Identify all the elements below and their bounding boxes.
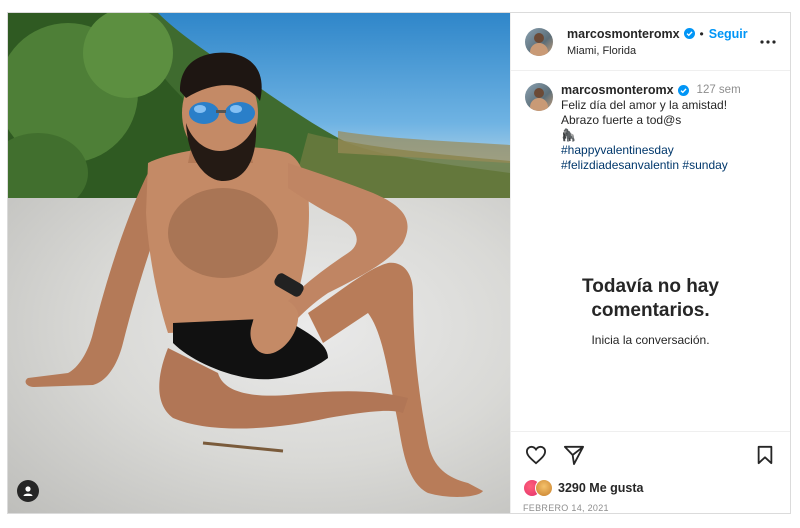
separator-dot: •	[699, 26, 704, 41]
post-actions: 3290 Me gusta FEBRERO 14, 2021	[511, 431, 790, 513]
caption-username[interactable]: marcosmonteromx	[561, 83, 674, 98]
post-modal: marcosmonteromx • Seguir Miami, Florida …	[7, 12, 791, 514]
empty-comments: Todavía no hay comentarios. Inicia la co…	[511, 275, 790, 347]
person-figure	[25, 52, 483, 497]
caption-avatar[interactable]	[525, 83, 553, 111]
liker-avatar	[535, 479, 553, 497]
post-photo[interactable]	[8, 13, 510, 513]
author-username[interactable]: marcosmonteromx	[567, 27, 680, 41]
post-date[interactable]: FEBRERO 14, 2021	[523, 503, 778, 513]
empty-comments-title: Todavía no hay	[582, 276, 719, 297]
likes-count[interactable]: 3290 Me gusta	[558, 481, 643, 495]
share-icon[interactable]	[561, 442, 587, 468]
more-options-icon[interactable]	[758, 32, 778, 52]
hashtag-link[interactable]: #happyvalentinesday	[561, 143, 741, 158]
empty-comments-subtitle: Inicia la conversación.	[591, 333, 710, 347]
verified-badge-icon	[677, 85, 689, 96]
caption-emoji: 🦍	[561, 128, 576, 142]
caption-time[interactable]: 127 sem	[697, 83, 741, 98]
caption-line: Feliz día del amor y la amistad!	[561, 98, 728, 112]
post-caption: marcosmonteromx 127 sem Feliz día del am…	[511, 71, 790, 173]
post-sidebar: marcosmonteromx • Seguir Miami, Florida …	[510, 13, 790, 513]
user-avatar[interactable]	[525, 27, 553, 56]
verified-badge-icon	[683, 28, 695, 39]
empty-comments-title: comentarios.	[591, 300, 710, 321]
follow-button[interactable]: Seguir	[709, 27, 748, 41]
caption-line: Abrazo fuerte a tod@s	[561, 113, 682, 127]
likers-avatars[interactable]	[523, 479, 555, 497]
post-header: marcosmonteromx • Seguir Miami, Florida	[511, 13, 790, 71]
hashtag-link[interactable]: #felizdiadesanvalentin #sunday	[561, 158, 741, 173]
bookmark-icon[interactable]	[752, 442, 778, 468]
heart-icon[interactable]	[523, 442, 549, 468]
user-tag-icon[interactable]	[17, 480, 39, 502]
post-location[interactable]: Miami, Florida	[567, 45, 748, 57]
